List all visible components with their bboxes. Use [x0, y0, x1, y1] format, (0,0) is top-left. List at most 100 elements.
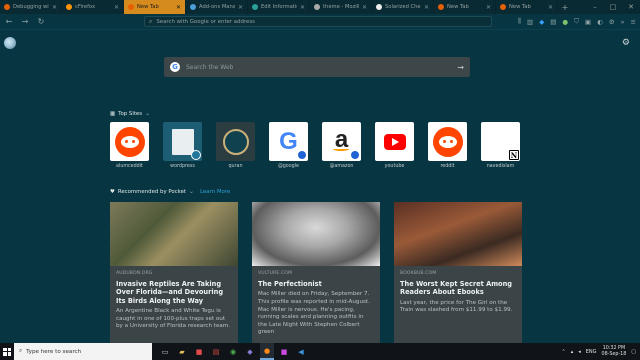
- gear-icon[interactable]: ⚙: [622, 38, 630, 48]
- top-site-label: quran: [228, 164, 243, 169]
- top-site[interactable]: G @google: [269, 122, 308, 169]
- tab[interactable]: Solarized Cheat✕: [372, 0, 434, 14]
- windows-icon: [3, 347, 11, 356]
- reload-icon[interactable]: ↻: [36, 17, 46, 26]
- volume-icon[interactable]: ◂: [578, 349, 581, 355]
- story-source: VULTURE.COM: [258, 271, 293, 276]
- story-card[interactable]: VULTURE.COM The Perfectionist Mac Miller d…: [252, 202, 380, 343]
- top-site[interactable]: a @amazon: [322, 122, 361, 169]
- top-site[interactable]: Nnavedislam: [481, 122, 520, 169]
- top-site-tile[interactable]: [163, 122, 202, 161]
- top-site-tile[interactable]: N: [481, 122, 520, 161]
- story-card[interactable]: AUDUBON.ORG Invasive Reptiles Are Taking …: [110, 202, 238, 343]
- chevron-down-icon[interactable]: ⌄: [189, 188, 194, 195]
- top-site[interactable]: wordpress: [163, 122, 202, 169]
- app-icon[interactable]: ▤: [209, 343, 223, 360]
- extension-icon[interactable]: ◆: [539, 18, 544, 26]
- extension-icon[interactable]: ▣: [585, 18, 591, 26]
- tab-label: theme - Mozilla: [323, 4, 359, 10]
- tab[interactable]: New Tab ✕: [434, 0, 496, 14]
- top-site[interactable]: quran: [216, 122, 255, 169]
- firefox-icon[interactable]: ●: [260, 343, 274, 360]
- top-site-label: @google: [277, 164, 300, 169]
- task-view-icon[interactable]: ▭: [158, 343, 172, 360]
- top-site[interactable]: reddit: [428, 122, 467, 169]
- minimize-icon[interactable]: –: [586, 3, 604, 11]
- pocket-heading: Recommended by Pocket: [117, 188, 187, 195]
- url-bar[interactable]: ⌕ Search with Google or enter address: [144, 16, 492, 27]
- close-tab-icon[interactable]: ✕: [114, 4, 119, 11]
- tab[interactable]: Edit Information✕: [248, 0, 310, 14]
- favicon-icon: [4, 4, 10, 10]
- shield-icon[interactable]: ⛉: [574, 17, 579, 26]
- back-icon[interactable]: ←: [4, 17, 14, 26]
- library-icon[interactable]: ⫼: [518, 17, 521, 26]
- story-title: The Perfectionist: [258, 280, 322, 288]
- app-icon[interactable]: ■: [192, 343, 206, 360]
- favicon-icon: [500, 4, 506, 10]
- chrome-icon[interactable]: ◉: [226, 343, 240, 360]
- taskbar-search[interactable]: ⌕ Type here to search: [14, 343, 152, 360]
- close-tab-icon[interactable]: ✕: [238, 4, 243, 11]
- close-tab-icon[interactable]: ✕: [176, 4, 181, 11]
- top-site-tile[interactable]: [216, 122, 255, 161]
- taskbar-apps: ▭ ▰ ■ ▤ ◉ ◆ ● ■ ◀: [158, 343, 308, 360]
- top-sites-heading: Top Sites: [118, 110, 143, 117]
- tray-icon[interactable]: ⌃: [562, 349, 566, 355]
- top-site[interactable]: youtube: [375, 122, 414, 169]
- sidebar-icon[interactable]: ▥: [527, 18, 533, 26]
- tab[interactable]: New Tab ✕: [496, 0, 558, 14]
- top-site[interactable]: alumceddit: [110, 122, 149, 169]
- top-sites-grid: alumceddit wordpress quran G @google a @amazon…: [110, 122, 520, 169]
- notifications-icon[interactable]: ▢: [631, 349, 636, 355]
- story-card[interactable]: BOOKBUB.COM The Worst Kept Secret Among R…: [394, 202, 522, 343]
- top-site-label: reddit: [440, 164, 455, 169]
- menu-icon[interactable]: ≡: [631, 18, 636, 26]
- app-icon[interactable]: ■: [277, 343, 291, 360]
- folder-icon[interactable]: ▰: [175, 343, 189, 360]
- tab[interactable]: Debugging with Fir✕: [0, 0, 62, 14]
- extension-icon[interactable]: ●: [562, 18, 568, 26]
- tab-strip-spacer: [572, 0, 586, 14]
- search-input[interactable]: [186, 63, 452, 71]
- tab[interactable]: Add-ons Manag✕: [186, 0, 248, 14]
- chevron-down-icon[interactable]: ⌄: [145, 110, 150, 117]
- close-tab-icon[interactable]: ✕: [300, 4, 305, 11]
- close-tab-icon[interactable]: ✕: [362, 4, 367, 11]
- top-site-tile[interactable]: a: [322, 122, 361, 161]
- tab[interactable]: cFirefox ✕: [62, 0, 124, 14]
- input-language[interactable]: ENG: [586, 349, 597, 355]
- google-logo-icon: G: [279, 127, 298, 155]
- close-tab-icon[interactable]: ✕: [486, 4, 491, 11]
- arrow-right-icon[interactable]: →: [457, 63, 464, 72]
- clock-date: 08-Sep-18: [601, 351, 627, 357]
- pocket-header[interactable]: ♥ Recommended by Pocket ⌄ Learn More: [110, 188, 230, 195]
- top-site-tile[interactable]: [428, 122, 467, 161]
- learn-more-link[interactable]: Learn More: [200, 189, 230, 195]
- forward-icon[interactable]: →: [20, 17, 30, 26]
- top-site-tile[interactable]: [110, 122, 149, 161]
- top-site-tile[interactable]: G: [269, 122, 308, 161]
- start-button[interactable]: [0, 343, 14, 360]
- network-icon[interactable]: ▴: [571, 349, 574, 355]
- close-window-icon[interactable]: ✕: [622, 3, 640, 11]
- top-site-tile[interactable]: [375, 122, 414, 161]
- overflow-icon[interactable]: »: [621, 18, 625, 26]
- close-tab-icon[interactable]: ✕: [548, 4, 553, 11]
- vscode-icon[interactable]: ◀: [294, 343, 308, 360]
- extension-icon[interactable]: ◐: [597, 18, 603, 26]
- clock[interactable]: 10:32 PM 08-Sep-18: [602, 346, 627, 358]
- new-tab-button[interactable]: +: [558, 0, 572, 14]
- story-excerpt: An Argentine Black and White Tegu is cau…: [116, 308, 231, 330]
- close-tab-icon[interactable]: ✕: [52, 4, 57, 11]
- url-placeholder: Search with Google or enter address: [156, 18, 255, 25]
- extension-icon[interactable]: ▤: [550, 18, 556, 26]
- extension-icon[interactable]: ⚙: [609, 18, 615, 26]
- top-sites-header[interactable]: ▦ Top Sites ⌄: [110, 110, 150, 117]
- maximize-icon[interactable]: □: [604, 3, 622, 11]
- app-icon[interactable]: ◆: [243, 343, 257, 360]
- search-badge-icon: [297, 150, 307, 160]
- tab[interactable]: New Tab ✕: [124, 0, 186, 14]
- tab[interactable]: theme - Mozilla ✕: [310, 0, 372, 14]
- close-tab-icon[interactable]: ✕: [424, 4, 429, 11]
